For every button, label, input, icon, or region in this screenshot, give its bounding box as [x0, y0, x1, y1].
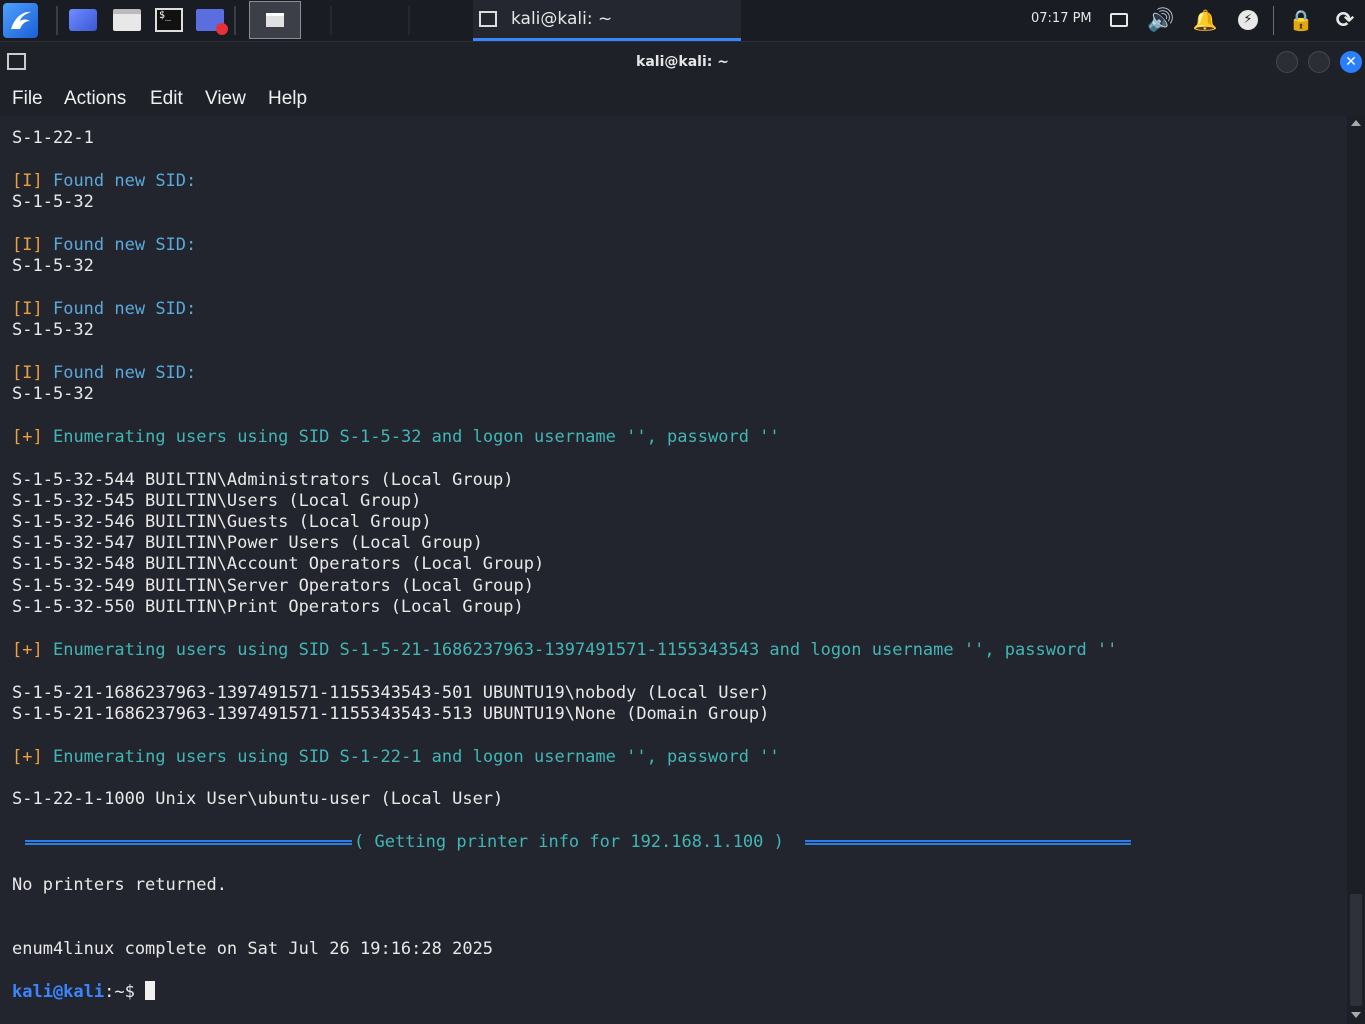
- terminal-output[interactable]: S-1-22-1 [I] Found new SID: S-1-5-32 [I]…: [0, 116, 1347, 1024]
- output-line: S-1-5-32-545 BUILTIN\Users (Local Group): [12, 491, 422, 511]
- scroll-up-icon[interactable]: [1351, 120, 1361, 126]
- section-header: ( Getting printer info for 192.168.1.100…: [354, 832, 784, 852]
- minimize-button[interactable]: [1276, 51, 1298, 73]
- prompt-user: kali@kali: [12, 982, 105, 1002]
- output-line: S-1-5-32: [12, 256, 94, 276]
- scroll-down-icon[interactable]: [1351, 1012, 1361, 1018]
- kali-menu-icon[interactable]: [3, 3, 38, 38]
- screen-recorder-icon[interactable]: [193, 3, 228, 37]
- clock[interactable]: 07:17 PM: [1031, 11, 1092, 26]
- menu-edit[interactable]: Edit: [150, 88, 183, 110]
- info-line: [I] Found new SID:: [12, 299, 197, 319]
- info-tag: [I]: [12, 171, 43, 191]
- maximize-button[interactable]: [1308, 51, 1330, 73]
- window-title: kali@kali: ~: [636, 54, 729, 70]
- output-line: enum4linux complete on Sat Jul 26 19:16:…: [12, 939, 494, 959]
- notification-bell-icon[interactable]: 🔔: [1193, 8, 1218, 32]
- network-icon[interactable]: [1107, 8, 1131, 32]
- terminal-icon[interactable]: $_: [152, 3, 186, 37]
- logout-icon[interactable]: ⟳: [1333, 8, 1357, 33]
- output-line: S-1-5-32-548 BUILTIN\Account Operators (…: [12, 554, 545, 574]
- section-rule-right: [805, 840, 1131, 845]
- enum-line: [+] Enumerating users using SID S-1-5-21…: [12, 640, 1118, 660]
- menu-help[interactable]: Help: [268, 88, 307, 110]
- output-line: S-1-5-32-547 BUILTIN\Power Users (Local …: [12, 533, 483, 553]
- info-line: [I] Found new SID:: [12, 171, 196, 192]
- close-button[interactable]: ✕: [1340, 51, 1362, 73]
- prompt-line[interactable]: kali@kali:~$: [12, 981, 156, 1003]
- section-rule-left: [25, 840, 352, 845]
- menu-actions[interactable]: Actions: [64, 88, 126, 110]
- file-manager-icon[interactable]: [110, 3, 144, 37]
- output-line: S-1-22-1: [12, 128, 94, 148]
- window-switcher-icon[interactable]: [249, 1, 301, 39]
- output-line: S-1-5-32-546 BUILTIN\Guests (Local Group…: [12, 512, 432, 532]
- output-line: S-1-5-32-549 BUILTIN\Server Operators (L…: [12, 576, 534, 596]
- output-line: S-1-5-21-1686237963-1397491571-115534354…: [12, 683, 770, 703]
- output-line: S-1-5-32-550 BUILTIN\Print Operators (Lo…: [12, 597, 524, 617]
- lock-icon[interactable]: 🔒: [1289, 8, 1314, 32]
- output-line: S-1-5-21-1686237963-1397491571-115534354…: [12, 704, 770, 724]
- info-line: [I] Found new SID:: [12, 363, 197, 383]
- info-text: Found new SID:: [52, 171, 197, 191]
- scroll-thumb[interactable]: [1350, 894, 1362, 1006]
- output-line: S-1-5-32: [12, 320, 94, 340]
- active-task-label: kali@kali: ~: [511, 9, 613, 29]
- output-line: S-1-5-32-544 BUILTIN\Administrators (Loc…: [12, 470, 514, 490]
- scrollbar[interactable]: [1347, 116, 1365, 1024]
- output-line: S-1-5-32: [12, 384, 94, 404]
- info-line: [I] Found new SID:: [12, 235, 197, 255]
- power-icon[interactable]: ⚡: [1236, 8, 1260, 32]
- menu-bar: File Actions Edit View Help: [0, 82, 1365, 116]
- output-line: S-1-5-32: [12, 192, 94, 212]
- window-titlebar[interactable]: kali@kali: ~ ✕: [0, 42, 1365, 82]
- volume-icon[interactable]: 🔊: [1147, 8, 1174, 33]
- menu-file[interactable]: File: [12, 88, 43, 110]
- output-line: S-1-22-1-1000 Unix User\ubuntu-user (Loc…: [12, 789, 504, 809]
- prompt-path: :~$: [104, 982, 135, 1002]
- workspace-icon[interactable]: [66, 3, 100, 37]
- text-cursor: [145, 981, 156, 1000]
- top-panel: $_ kali@kali: ~ 07:17 PM 🔊 🔔 ⚡ 🔒 ⟳: [0, 0, 1365, 42]
- terminal-window-icon: [479, 11, 497, 27]
- menu-view[interactable]: View: [205, 88, 246, 110]
- enum-line: [+] Enumerating users using SID S-1-5-32…: [12, 427, 780, 447]
- enum-line: [+] Enumerating users using SID S-1-22-1…: [12, 747, 780, 767]
- output-line: No printers returned.: [12, 875, 227, 895]
